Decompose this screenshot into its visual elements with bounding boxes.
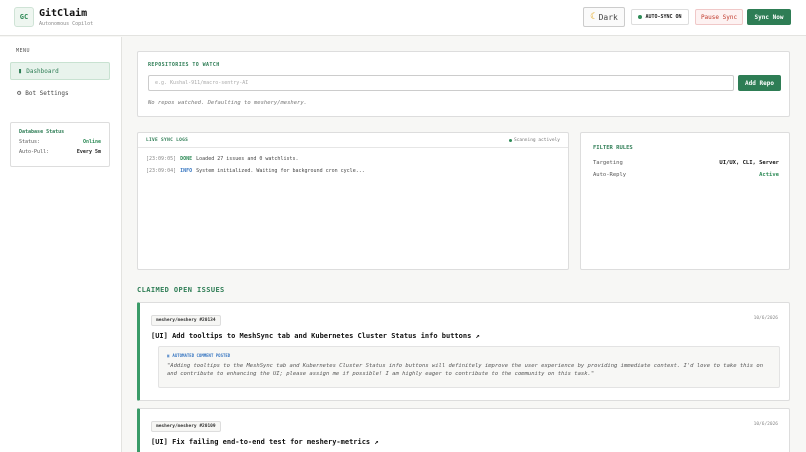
log-text: Loaded 27 issues and 0 watchlists. (196, 156, 299, 162)
claimed-issues-title: CLAIMED OPEN ISSUES (137, 286, 225, 294)
database-status-title: Database Status (19, 129, 65, 135)
autosync-label: AUTO-SYNC ON (645, 14, 682, 20)
sidebar-item-dashboard[interactable]: ▮ Dashboard (10, 62, 110, 80)
log-time: [23:09:04] (146, 168, 177, 174)
status-dot-icon (638, 15, 643, 19)
issue-card: meshery/meshery #20134 10/6/2026 [UI] Ad… (137, 302, 790, 401)
sync-now-button[interactable]: Sync Now (747, 9, 791, 25)
auto-reply-row: Auto-Reply Active (593, 172, 779, 178)
repositories-title: REPOSITORIES TO WATCH (148, 62, 220, 68)
comment-label-text: AUTOMATED COMMENT POSTED (172, 353, 231, 358)
gear-icon: ⚙ (17, 89, 22, 97)
sidebar-item-label: Bot Settings (25, 89, 69, 97)
app-header: GC GitClaim Autonomous Copilot ☾ Dark AU… (0, 0, 806, 36)
sidebar-item-bot-settings[interactable]: ⚙ Bot Settings (10, 84, 110, 102)
targeting-row: Targeting UI/UX, CLI, Server (593, 160, 779, 166)
log-text: System initialized. Waiting for backgrou… (196, 168, 365, 174)
add-repo-button[interactable]: Add Repo (738, 75, 781, 91)
auto-reply-label: Auto-Reply (593, 172, 627, 178)
status-label: Status: (19, 139, 41, 145)
status-dot-icon (508, 139, 512, 142)
repo-tag: meshery/meshery #20134 (151, 315, 221, 326)
logs-header: LIVE SYNC LOGS Scanning actively (138, 133, 568, 148)
repo-input[interactable] (148, 75, 734, 91)
app-subtitle: Autonomous Copilot (39, 21, 94, 27)
issue-date: 10/6/2026 (753, 316, 778, 321)
logo-badge: GC (14, 7, 34, 27)
robot-icon: ▣ (167, 353, 170, 358)
menu-label: MENU (16, 48, 31, 54)
sidebar: MENU ▮ Dashboard ⚙ Bot Settings Database… (0, 37, 122, 452)
auto-pull-value: Every 5m (76, 149, 101, 155)
auto-reply-value: Active (759, 172, 779, 178)
targeting-value: UI/UX, CLI, Server (719, 160, 779, 166)
log-line: [23:09:04] INFO System initialized. Waitin… (146, 168, 365, 174)
autosync-indicator[interactable]: AUTO-SYNC ON (631, 9, 689, 25)
log-line: [23:09:05] DONE Loaded 27 issues and 0 wat… (146, 156, 299, 162)
scanning-label: Scanning actively (513, 138, 560, 143)
auto-pull-label: Auto-Pull: (19, 149, 50, 155)
theme-toggle-label: Dark (598, 12, 618, 22)
app-title: GitClaim (39, 8, 88, 19)
issue-title-link[interactable]: [UI] Add tooltips to MeshSync tab and Ku… (151, 332, 480, 340)
database-status-card: Database Status Status: Online Auto-Pull… (10, 122, 110, 167)
filter-rules-title: FILTER RULES (593, 145, 633, 151)
repo-tag: meshery/meshery #20109 (151, 421, 221, 432)
log-time: [23:09:05] (146, 156, 177, 162)
repositories-panel: REPOSITORIES TO WATCH Add Repo No repos … (137, 51, 790, 117)
bar-chart-icon: ▮ (18, 67, 23, 75)
status-value: Online (82, 139, 101, 145)
scanning-indicator: Scanning actively (508, 138, 560, 143)
theme-toggle-button[interactable]: ☾ Dark (583, 7, 625, 27)
filter-rules-panel: FILTER RULES Targeting UI/UX, CLI, Serve… (580, 132, 790, 270)
sidebar-item-label: Dashboard (26, 67, 59, 75)
targeting-label: Targeting (593, 160, 623, 166)
database-status-row: Status: Online (19, 139, 101, 145)
comment-text: "Adding tooltips to the MeshSync tab and… (167, 363, 764, 377)
empty-repos-text: No repos watched. Defaulting to meshery/… (148, 100, 307, 106)
automated-comment: ▣ AUTOMATED COMMENT POSTED "Adding toolt… (158, 346, 780, 388)
issue-card: meshery/meshery #20109 10/6/2026 [UI] Fi… (137, 408, 790, 452)
log-level: INFO (180, 168, 193, 174)
moon-icon: ☾ (590, 12, 596, 22)
logs-title: LIVE SYNC LOGS (146, 138, 189, 143)
issue-title-link[interactable]: [UI] Fix failing end-to-end test for mes… (151, 438, 379, 446)
live-sync-logs-panel: LIVE SYNC LOGS Scanning actively [23:09:… (137, 132, 569, 270)
pause-sync-button[interactable]: Pause Sync (695, 9, 743, 25)
auto-pull-row: Auto-Pull: Every 5m (19, 149, 101, 155)
comment-label: ▣ AUTOMATED COMMENT POSTED (167, 353, 771, 358)
issue-date: 10/6/2026 (753, 422, 778, 427)
log-level: DONE (180, 156, 193, 162)
